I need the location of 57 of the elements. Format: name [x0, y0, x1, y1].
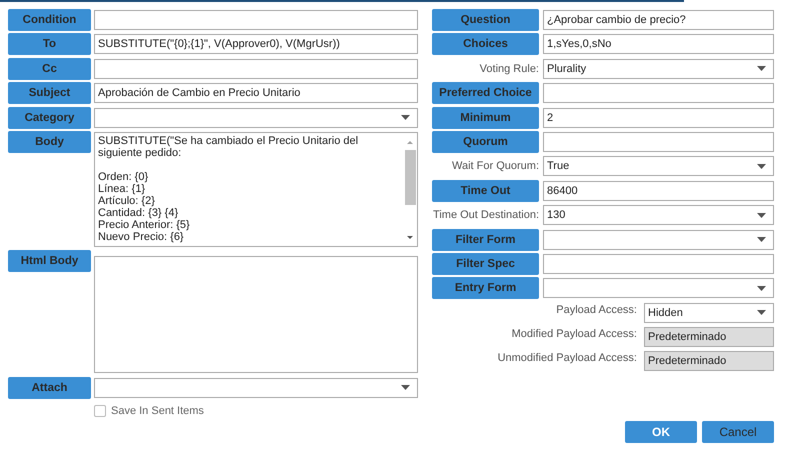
dropdown-field[interactable] [94, 108, 418, 128]
field-label: Modified Payload Access: [510, 328, 637, 340]
field-label-button[interactable]: Attach [8, 376, 91, 399]
dropdown-field[interactable] [543, 230, 774, 250]
field-label: Unmodified Payload Access: [496, 352, 637, 364]
text-field[interactable]: 86400 [543, 180, 774, 201]
dropdown-field[interactable] [543, 278, 774, 298]
text-field[interactable]: Aprobación de Cambio en Precio Unitario [94, 83, 418, 104]
field-label-button[interactable]: Filter Spec [432, 252, 539, 275]
field-label-button[interactable]: Minimum [432, 106, 539, 129]
text-field[interactable]: SUBSTITUTE("{0};{1}", V(Approver0), V(MgrUsr)) [94, 34, 418, 54]
dropdown-field[interactable]: True [543, 156, 774, 176]
field-label-button[interactable]: Filter Form [432, 228, 539, 251]
field-label-button[interactable]: Time Out [432, 180, 539, 202]
field-label-button[interactable]: Html Body [8, 250, 91, 272]
field-label: Voting Rule: [478, 62, 539, 75]
readonly-field[interactable]: Predeterminado [644, 327, 774, 348]
field-label-button[interactable]: Cc [8, 58, 91, 80]
field-label-button[interactable]: Choices [432, 33, 539, 56]
field-label-button[interactable]: Subject [8, 82, 91, 104]
cancel-button[interactable]: Cancel [702, 420, 774, 443]
text-field[interactable] [543, 83, 774, 104]
field-label: Time Out Destination: [432, 209, 539, 222]
field-label-button[interactable]: Body [8, 130, 91, 153]
field-label-button[interactable]: To [8, 33, 91, 56]
text-field[interactable] [94, 58, 418, 79]
text-field[interactable] [543, 254, 774, 274]
field-label-button[interactable]: Quorum [432, 130, 539, 153]
field-label-button[interactable]: Question [432, 9, 539, 31]
caret-icon [757, 212, 766, 218]
text-field[interactable]: 2 [543, 108, 774, 128]
field-label-button[interactable]: Category [8, 106, 91, 129]
caret-icon [757, 66, 766, 72]
caret-icon [757, 286, 766, 291]
dropdown-field[interactable]: Plurality [543, 58, 774, 79]
dropdown-field[interactable] [94, 378, 418, 398]
text-field[interactable]: ¿Aprobar cambio de precio? [543, 10, 774, 30]
caret-icon [401, 115, 410, 120]
field-label: Payload Access: [555, 304, 637, 316]
field-label: Wait For Quorum: [451, 160, 539, 172]
field-label-button[interactable]: Condition [8, 9, 91, 31]
text-field[interactable] [94, 10, 418, 30]
text-field[interactable]: 1,sYes,0,sNo [543, 34, 774, 54]
caret-icon [757, 164, 766, 169]
dropdown-field[interactable]: 130 [543, 205, 774, 226]
readonly-field[interactable]: Predeterminado [644, 351, 774, 372]
text-area[interactable] [94, 256, 418, 374]
checkbox-label: Save In Sent Items [111, 405, 204, 418]
caret-icon [401, 385, 410, 390]
caret-icon [757, 310, 766, 316]
field-label-button[interactable]: Entry Form [432, 277, 539, 300]
caret-icon [757, 237, 766, 242]
text-field[interactable] [543, 132, 774, 152]
checkbox[interactable] [94, 405, 106, 418]
dropdown-field[interactable]: Hidden [644, 302, 774, 323]
field-label-button[interactable]: Preferred Choice [432, 82, 539, 104]
ok-button[interactable]: OK [625, 420, 697, 443]
